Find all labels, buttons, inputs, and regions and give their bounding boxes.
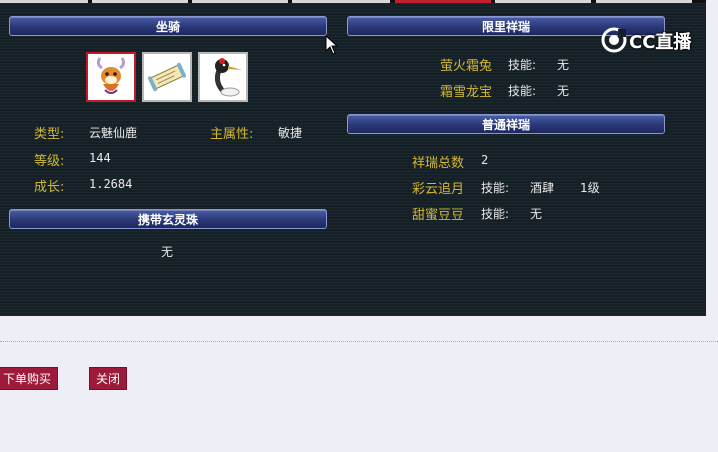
buy-button[interactable]: 下单购买	[0, 367, 59, 390]
type-value: 云魅仙鹿	[89, 126, 138, 140]
normal-item-skill-label: 技能:	[481, 207, 510, 221]
cc-logo-icon	[601, 27, 627, 53]
pet-slot-deer[interactable]	[86, 52, 136, 102]
watermark-text: CC直播	[629, 32, 692, 53]
main-attr-label: 主属性:	[210, 127, 254, 142]
close-button[interactable]: 关闭	[89, 367, 128, 390]
tab-3[interactable]	[192, 0, 288, 3]
scroll-icon	[147, 62, 187, 92]
pet-slot-crane[interactable]	[198, 52, 248, 102]
limited-item-skill-value: 无	[557, 84, 570, 98]
tab-6[interactable]	[495, 0, 591, 3]
divider	[0, 341, 718, 342]
normal-total-label: 祥瑞总数	[412, 156, 465, 171]
normal-item-skill-label: 技能:	[481, 181, 510, 195]
tab-7[interactable]	[596, 0, 692, 3]
top-tab-strip	[0, 0, 706, 3]
orb-section-header: 携带玄灵珠	[9, 209, 327, 229]
growth-label: 成长:	[34, 180, 65, 195]
level-value: 144	[89, 151, 111, 165]
tab-1[interactable]	[0, 0, 88, 3]
growth-value: 1.2684	[89, 177, 133, 191]
level-label: 等级:	[34, 154, 65, 169]
normal-item-skill-level: 1级	[580, 181, 600, 195]
orb-value: 无	[161, 245, 174, 259]
normal-total-value: 2	[481, 153, 489, 167]
limited-item-skill-label: 技能:	[508, 84, 537, 98]
crane-icon	[214, 58, 242, 97]
limited-item-skill-label: 技能:	[508, 58, 537, 72]
pet-slot-scroll[interactable]	[142, 52, 192, 102]
limited-item-name: 霜雪龙宝	[440, 85, 493, 100]
mount-section-header: 坐骑	[9, 16, 327, 36]
normal-item-name: 甜蜜豆豆	[412, 208, 465, 223]
normal-item-skill-value: 无	[530, 207, 543, 221]
normal-item-skill-value: 酒肆	[530, 181, 555, 195]
limited-item-name: 萤火霜兔	[440, 59, 493, 74]
mouse-cursor-icon	[325, 35, 339, 55]
limited-item-skill-value: 无	[557, 58, 570, 72]
tab-2[interactable]	[92, 0, 188, 3]
main-attr-value: 敏捷	[278, 126, 303, 140]
tab-5-active[interactable]	[395, 0, 491, 3]
normal-section-header: 普通祥瑞	[347, 114, 665, 134]
deer-mount-icon	[96, 57, 126, 94]
type-label: 类型:	[34, 127, 65, 142]
normal-item-name: 彩云追月	[412, 182, 465, 197]
tab-4[interactable]	[292, 0, 390, 3]
